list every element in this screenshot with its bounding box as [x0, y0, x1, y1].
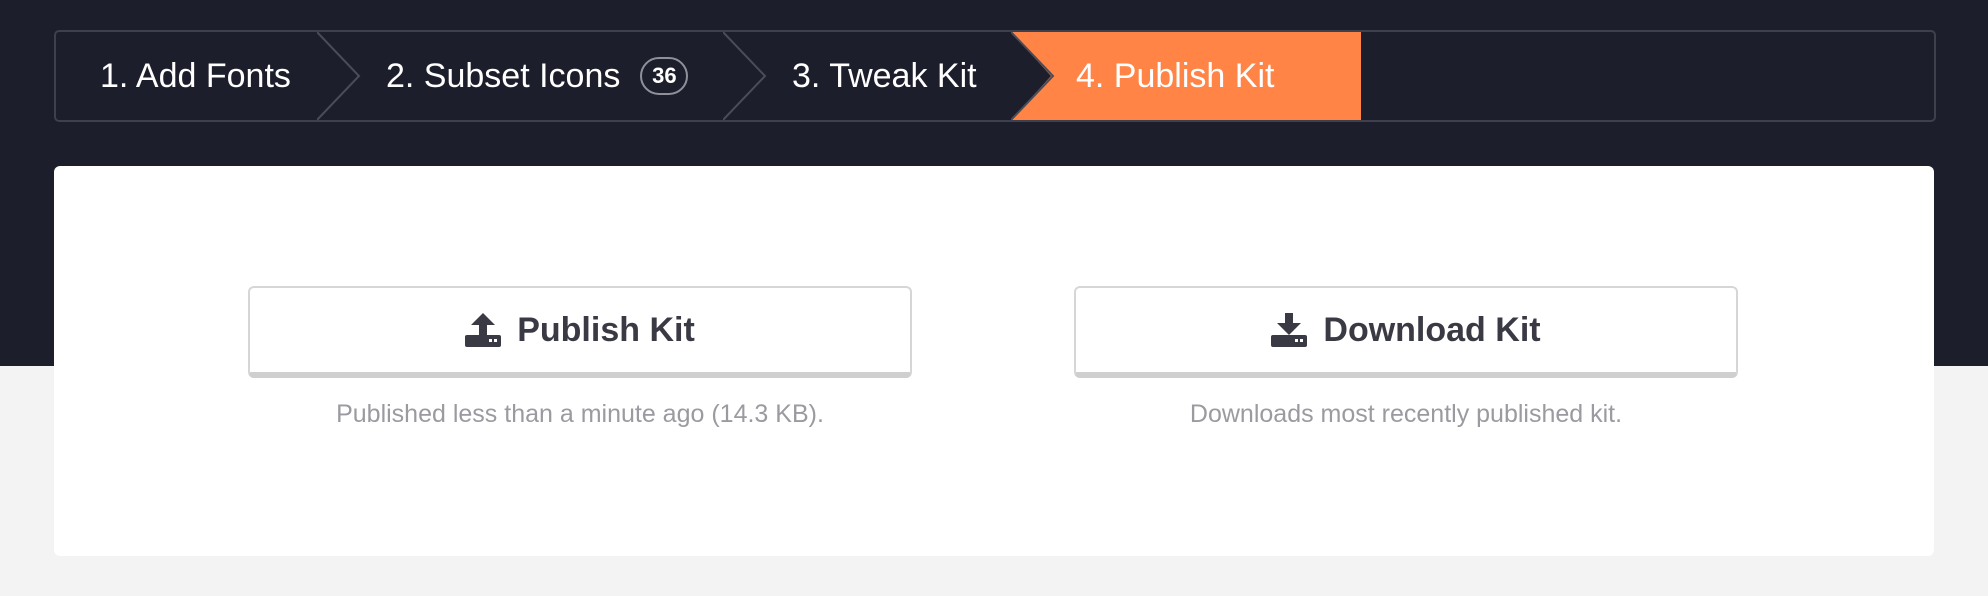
upload-icon: [465, 313, 502, 347]
download-description-text: Downloads most recently published kit.: [1189, 400, 1623, 428]
publish-action: Publish Kit Published less than a minute…: [248, 286, 912, 429]
step-divider-icon: [723, 32, 767, 120]
step-label: 1. Add Fonts: [100, 56, 291, 95]
kit-stepper: 1. Add Fonts 2. Subset Icons 36 3. Tweak…: [54, 30, 1936, 122]
step-add-fonts[interactable]: 1. Add Fonts: [100, 32, 291, 120]
download-action: Download Kit Downloads most recently pub…: [1074, 286, 1738, 429]
step-subset-icons[interactable]: 2. Subset Icons 36: [386, 32, 689, 120]
step-publish-kit[interactable]: 4. Publish Kit: [1011, 32, 1361, 120]
download-kit-button[interactable]: Download Kit: [1074, 286, 1738, 378]
publish-panel: Publish Kit Published less than a minute…: [54, 166, 1934, 556]
publish-status-text: Published less than a minute ago (14.3 K…: [336, 400, 824, 428]
download-icon: [1271, 313, 1308, 347]
step-label: 2. Subset Icons: [386, 56, 621, 95]
publish-kit-button[interactable]: Publish Kit: [248, 286, 912, 378]
step-divider-icon: [317, 32, 361, 120]
step-divider-icon: [1011, 32, 1055, 120]
publish-kit-label: Publish Kit: [517, 310, 695, 349]
step-label: 3. Tweak Kit: [792, 56, 977, 95]
icon-count-badge: 36: [640, 57, 689, 95]
download-kit-label: Download Kit: [1323, 310, 1541, 349]
step-tweak-kit[interactable]: 3. Tweak Kit: [792, 32, 977, 120]
step-label: 4. Publish Kit: [1076, 56, 1275, 95]
